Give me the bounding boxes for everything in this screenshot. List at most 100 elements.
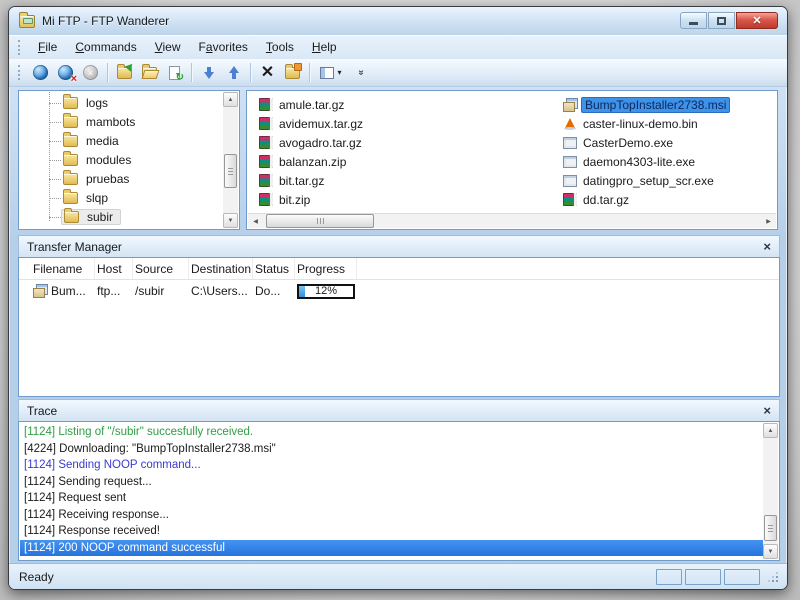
scroll-up-arrow[interactable]: ▲ [763, 423, 778, 438]
transfer-host: ftp... [97, 284, 121, 298]
open-folder-icon [142, 63, 157, 79]
scroll-up-arrow[interactable]: ▲ [223, 92, 238, 107]
transfer-row[interactable]: Bum... ftp... /subir C:\Users... Do... 1… [19, 280, 779, 302]
transfer-destination: C:\Users... [191, 284, 248, 298]
abort-x-glyph: × [87, 67, 94, 78]
trace-line[interactable]: [1124] Sending NOOP command... [20, 457, 763, 474]
file-list-hscrollbar[interactable]: ◀ ▶ [248, 213, 776, 228]
tree-item-pruebas[interactable]: pruebas [19, 169, 223, 188]
tree-item-mambots[interactable]: mambots [19, 112, 223, 131]
overflow-chevron-icon: » [355, 69, 366, 76]
tree-item-logs[interactable]: logs [19, 93, 223, 112]
transfer-manager-panel: Filename Host Source Destination Status … [18, 257, 780, 397]
maximize-button[interactable] [708, 12, 735, 29]
disconnect-button[interactable] [53, 61, 78, 85]
file-item[interactable]: datingpro_setup_scr.exe [563, 171, 773, 190]
file-item[interactable]: CasterDemo.exe [563, 133, 773, 152]
column-header-filename[interactable]: Filename [31, 258, 95, 279]
file-item[interactable]: bit.zip [259, 190, 549, 209]
column-header-progress[interactable]: Progress [295, 258, 357, 279]
trace-line[interactable]: [1124] Response received! [20, 523, 763, 540]
download-button[interactable] [196, 61, 221, 84]
tree-item-slqp[interactable]: slqp [19, 188, 223, 207]
disconnect-icon [58, 65, 73, 80]
menu-item-commands[interactable]: Commands [67, 37, 144, 57]
abort-button[interactable]: × [78, 61, 103, 84]
close-button[interactable]: ✕ [736, 12, 778, 29]
scroll-right-arrow[interactable]: ▶ [761, 214, 776, 228]
trace-line[interactable]: [1124] Sending request... [20, 474, 763, 491]
status-cells [656, 568, 779, 585]
refresh-icon [169, 65, 184, 83]
connect-button[interactable] [28, 61, 53, 84]
refresh-button[interactable] [162, 61, 187, 84]
upload-button[interactable] [221, 61, 246, 84]
trace-line[interactable]: [1124] Receiving response... [20, 507, 763, 524]
delete-icon: ✕ [260, 63, 275, 81]
minimize-button[interactable] [680, 12, 707, 29]
scroll-down-arrow[interactable]: ▼ [763, 544, 778, 559]
menu-item-favorites[interactable]: Favorites [191, 37, 256, 57]
new-folder-icon [117, 63, 132, 79]
file-item[interactable]: avogadro.tar.gz [259, 133, 549, 152]
tree-item-modules[interactable]: modules [19, 150, 223, 169]
toolbar-separator [309, 63, 310, 82]
transfer-manager-close-icon[interactable]: × [763, 240, 771, 253]
column-header-destination[interactable]: Destination [189, 258, 253, 279]
upload-arrow-icon [228, 66, 239, 79]
open-folder-button[interactable] [137, 61, 162, 84]
trace-close-icon[interactable]: × [763, 404, 771, 417]
file-item[interactable]: daemon4303-lite.exe [563, 152, 773, 171]
file-item-selected[interactable]: BumpTopInstaller2738.msi [563, 95, 773, 114]
menu-grip[interactable] [18, 39, 23, 55]
toolbar-overflow-button[interactable]: » [348, 61, 373, 84]
trace-line[interactable]: [1124] Request sent [20, 490, 763, 507]
transfer-column-headers: Filename Host Source Destination Status … [19, 258, 779, 280]
title-bar[interactable]: Mi FTP - FTP Wanderer ✕ [9, 7, 787, 35]
column-header-host[interactable]: Host [95, 258, 133, 279]
tree-item-subir[interactable]: subir [19, 207, 223, 226]
menu-item-tools[interactable]: Tools [258, 37, 302, 57]
file-list-column-1: amule.tar.gz avidemux.tar.gz avogadro.ta… [259, 95, 549, 209]
menu-item-file[interactable]: File [30, 37, 65, 57]
application-icon [563, 174, 577, 187]
archive-icon [563, 193, 577, 206]
archive-icon [259, 117, 273, 130]
folder-properties-button[interactable] [280, 61, 305, 84]
file-item[interactable]: caster-linux-demo.bin [563, 114, 773, 133]
trace-title: Trace [27, 403, 58, 418]
resize-grip[interactable] [767, 570, 779, 584]
delete-button[interactable]: ✕ [255, 61, 280, 84]
trace-line[interactable]: [1124] Listing of "/subir" succesfully r… [20, 424, 763, 441]
views-button[interactable]: ▾ [314, 61, 348, 84]
tree-scrollbar[interactable]: ▲ ▼ [223, 92, 238, 228]
file-list-column-2: BumpTopInstaller2738.msi caster-linux-de… [563, 95, 773, 209]
column-header-source[interactable]: Source [133, 258, 189, 279]
trace-panel: [1124] Listing of "/subir" succesfully r… [18, 421, 780, 561]
transfer-manager-title: Transfer Manager [27, 239, 122, 254]
hscrollbar-thumb[interactable] [266, 214, 374, 228]
trace-scrollbar[interactable]: ▲ ▼ [763, 423, 778, 559]
menu-item-help[interactable]: Help [304, 37, 345, 57]
trace-line[interactable]: [4224] Downloading: "BumpTopInstaller273… [20, 441, 763, 458]
new-folder-button[interactable] [112, 61, 137, 84]
file-item[interactable]: balanzan.zip [259, 152, 549, 171]
toolbar-grip[interactable] [18, 65, 23, 80]
file-item[interactable]: amule.tar.gz [259, 95, 549, 114]
file-item[interactable]: avidemux.tar.gz [259, 114, 549, 133]
close-icon: ✕ [752, 15, 762, 27]
tree-scrollbar-thumb[interactable] [224, 154, 237, 188]
column-header-status[interactable]: Status [253, 258, 295, 279]
tree-item-media[interactable]: media [19, 131, 223, 150]
folder-icon [63, 112, 78, 128]
file-item[interactable]: dd.tar.gz [563, 190, 773, 209]
msi-installer-icon [33, 284, 48, 298]
file-item[interactable]: bit.tar.gz [259, 171, 549, 190]
menu-bar: File Commands View Favorites Tools Help [9, 35, 787, 59]
scroll-left-arrow[interactable]: ◀ [248, 214, 263, 228]
toolbar-separator [250, 63, 251, 82]
menu-item-view[interactable]: View [147, 37, 189, 57]
trace-scrollbar-thumb[interactable] [764, 515, 777, 541]
scroll-down-arrow[interactable]: ▼ [223, 213, 238, 228]
trace-line-selected[interactable]: [1124] 200 NOOP command successful [20, 539, 763, 556]
